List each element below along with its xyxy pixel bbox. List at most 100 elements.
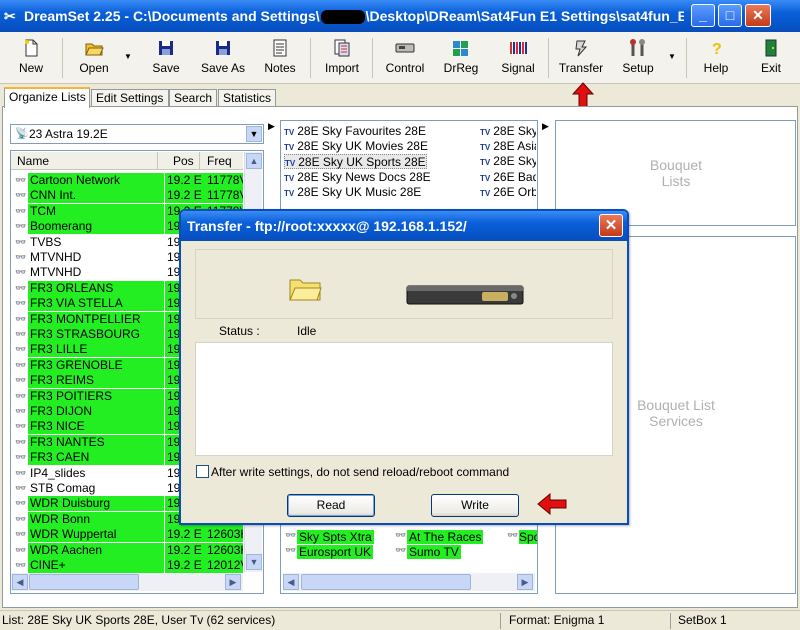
- exit-door-icon: [765, 39, 777, 57]
- toolbar-separator: [62, 38, 63, 78]
- tab-organize-lists[interactable]: Organize Lists: [4, 87, 90, 108]
- tab-statistics[interactable]: Statistics: [218, 89, 276, 107]
- column-name[interactable]: Name: [17, 154, 49, 168]
- transfer-button[interactable]: Transfer: [554, 36, 608, 80]
- bouquet-item[interactable]: TV 28E Sky UK Sports 28E: [284, 154, 427, 170]
- channel-name: FR3 NICE: [28, 419, 164, 435]
- channel-glasses-icon: 👓: [15, 513, 27, 524]
- channel-row[interactable]: 👓CNN Int.19.2 E11778V: [14, 188, 244, 204]
- service-item[interactable]: Sky Spts Xtra: [297, 530, 374, 544]
- transfer-label: Transfer: [558, 61, 604, 75]
- settop-box-icon: [406, 285, 524, 305]
- scroll-thumb[interactable]: [301, 574, 471, 590]
- channel-name: CINE+: [28, 558, 164, 573]
- dreamset-app-icon: ✂: [4, 8, 16, 24]
- scroll-thumb[interactable]: [29, 574, 139, 590]
- bouquet-item[interactable]: TV 28E Sky UK Movies 28E: [284, 139, 428, 154]
- channel-row[interactable]: 👓Cartoon Network19.2 E11778V: [14, 173, 244, 188]
- satellite-select[interactable]: 📡 23 Astra 19.2E ▼: [10, 124, 264, 144]
- save-button[interactable]: Save: [146, 36, 186, 80]
- open-button[interactable]: Open: [72, 36, 116, 80]
- toolbar-separator: [310, 38, 311, 78]
- setup-dropdown-arrow[interactable]: ▼: [666, 52, 678, 96]
- channel-row[interactable]: 👓CINE+19.2 E12012V: [14, 558, 244, 573]
- scroll-right-icon[interactable]: ▶: [225, 574, 241, 590]
- setup-button[interactable]: Setup: [616, 36, 660, 80]
- help-button[interactable]: ? Help: [696, 36, 736, 80]
- transfer-dialog: Transfer - ftp://root:xxxxx@ 192.168.1.1…: [179, 209, 629, 525]
- import-label: Import: [324, 61, 359, 75]
- satellite-dish-icon: 📡: [15, 128, 29, 140]
- channel-glasses-icon: 👓: [395, 530, 407, 540]
- column-freq[interactable]: Freq: [207, 154, 232, 168]
- service-item[interactable]: Eurosport UK: [297, 545, 374, 559]
- tab-search[interactable]: Search: [169, 89, 217, 107]
- toolbar-separator: [372, 38, 373, 78]
- channel-glasses-icon: 👓: [15, 175, 27, 185]
- notes-button[interactable]: Notes: [258, 36, 302, 80]
- bouquet-item[interactable]: TV 28E Sky News Docs 28E: [284, 170, 431, 185]
- red-up-arrow-annotation: [572, 82, 594, 108]
- dialog-close-button[interactable]: ✕: [599, 214, 623, 237]
- exit-button[interactable]: Exit: [752, 36, 790, 80]
- close-button[interactable]: ✕: [745, 4, 771, 27]
- no-reboot-checkbox-label[interactable]: After write settings, do not send reload…: [211, 465, 509, 479]
- scroll-left-icon[interactable]: ◀: [12, 574, 28, 590]
- exit-label: Exit: [760, 61, 781, 75]
- bouquet-item[interactable]: TV 28E Sky Favourites 28E: [284, 124, 426, 139]
- channel-name: FR3 NANTES: [28, 434, 164, 450]
- service-item[interactable]: Sumo TV: [407, 545, 461, 559]
- signal-button[interactable]: Signal: [494, 36, 542, 80]
- read-button[interactable]: Read: [287, 494, 375, 517]
- splitter-arrow-icon[interactable]: ▶: [268, 121, 275, 132]
- channel-freq: 12603H: [203, 527, 243, 543]
- transfer-icon: [575, 40, 588, 57]
- tv-icon: TV: [480, 188, 491, 198]
- services-hscrollbar[interactable]: ◀ ▶: [283, 573, 535, 591]
- bouquet-item[interactable]: TV 28E Asia: [480, 139, 536, 154]
- drreg-button[interactable]: DrReg: [438, 36, 484, 80]
- chevron-down-icon[interactable]: ▼: [246, 126, 262, 142]
- window-title-suffix: \Desktop\DReam\Sat4Fun E1 Settings\sat4f…: [365, 8, 684, 24]
- channel-name: FR3 ORLEANS: [28, 280, 164, 296]
- channel-name: MTVNHD: [30, 265, 82, 280]
- bouquet-item[interactable]: TV 28E Sky: [480, 154, 536, 169]
- service-item[interactable]: Spo: [519, 530, 537, 544]
- bouquet-item[interactable]: TV 28E Sky UK Music 28E: [284, 185, 421, 200]
- minimize-button[interactable]: _: [691, 4, 715, 27]
- bouquet-item[interactable]: TV 28E Sky: [480, 124, 536, 139]
- notes-label: Notes: [264, 61, 296, 75]
- transfer-log-area: [195, 342, 613, 456]
- tv-icon: TV: [284, 128, 295, 137]
- new-button[interactable]: New: [10, 36, 52, 80]
- redacted-username: [320, 10, 365, 25]
- channel-list-hscrollbar[interactable]: ◀ ▶: [11, 573, 243, 591]
- channel-glasses-icon: 👓: [15, 467, 27, 478]
- open-label: Open: [79, 61, 109, 75]
- service-item[interactable]: At The Races: [407, 530, 484, 544]
- scroll-up-icon[interactable]: ▲: [246, 153, 262, 169]
- channel-row[interactable]: 👓WDR Aachen19.2 E12603H: [14, 542, 244, 558]
- import-button[interactable]: Import: [318, 36, 366, 80]
- channel-row[interactable]: 👓WDR Wuppertal19.2 E12603H: [14, 527, 244, 543]
- save-as-button[interactable]: Save As: [196, 36, 250, 80]
- channel-glasses-icon: 👓: [15, 359, 27, 370]
- bouquet-label: 26E Bad: [493, 169, 536, 184]
- bouquet-item[interactable]: TV 26E Bad: [480, 170, 536, 185]
- maximize-button[interactable]: □: [718, 4, 742, 27]
- notes-icon: [273, 39, 287, 57]
- scroll-right-icon[interactable]: ▶: [517, 574, 533, 590]
- write-button[interactable]: Write: [431, 494, 519, 517]
- channel-list-header: Name Pos Freq: [11, 152, 243, 170]
- channel-glasses-icon: 👓: [15, 544, 27, 555]
- help-icon: ?: [712, 41, 722, 58]
- bouquet-item[interactable]: TV 26E Orb: [480, 185, 536, 200]
- bouquet-label: 28E Sky Favourites 28E: [297, 124, 426, 138]
- splitter-arrow-icon[interactable]: ▶: [542, 121, 549, 132]
- control-button[interactable]: Control: [380, 36, 430, 80]
- column-pos[interactable]: Pos: [173, 154, 194, 168]
- no-reboot-checkbox[interactable]: [196, 465, 209, 478]
- scroll-left-icon[interactable]: ◀: [283, 574, 299, 590]
- tab-edit-settings[interactable]: Edit Settings: [91, 89, 169, 107]
- scroll-down-icon[interactable]: ▼: [246, 554, 262, 570]
